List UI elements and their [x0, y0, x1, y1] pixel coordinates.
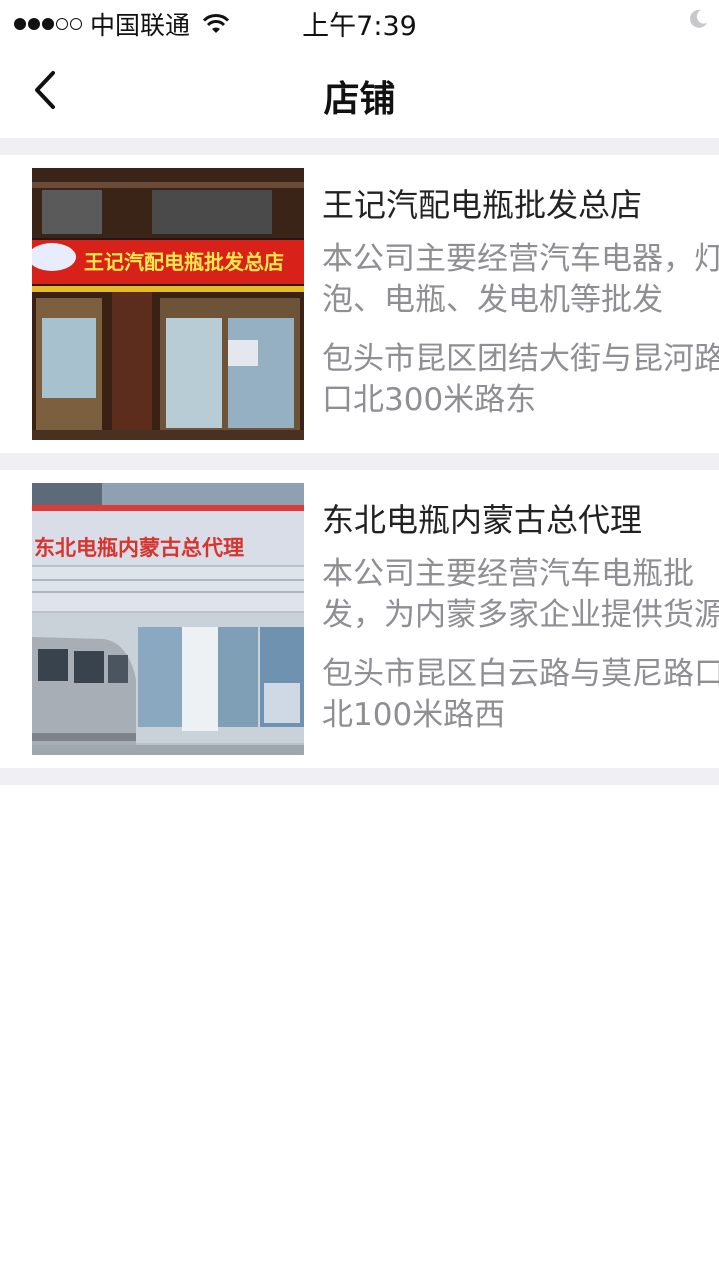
shop-address: 包头市昆区团结大街与昆河路口北300米路东	[322, 341, 719, 418]
shop-card[interactable]: 东北电瓶内蒙古总代理 东北电瓶内蒙古总代理 本公司主要经营汽车电瓶批发，为内蒙多…	[0, 470, 719, 768]
shop-name: 东北电瓶内蒙古总代理	[322, 501, 643, 539]
shop-address: 包头市昆区白云路与莫尼路口北100米路西	[322, 656, 719, 733]
navigation-bar: 店铺	[0, 44, 719, 138]
shop-description: 本公司主要经营汽车电瓶批发，为内蒙多家企业提供货源	[322, 556, 719, 633]
section-divider	[0, 768, 719, 785]
shop-info: 王记汽配电瓶批发总店 本公司主要经营汽车电器，灯泡、电瓶、发电机等批发 包头市昆…	[322, 183, 719, 421]
moon-icon	[690, 9, 707, 28]
shop-description: 本公司主要经营汽车电器，灯泡、电瓶、发电机等批发	[322, 241, 719, 318]
page-title: 店铺	[323, 79, 396, 120]
status-time: 上午7:39	[302, 11, 417, 42]
shop-name: 王记汽配电瓶批发总店	[322, 186, 643, 224]
section-divider	[0, 138, 719, 155]
shop-photo: 东北电瓶内蒙古总代理	[32, 483, 304, 755]
section-divider	[0, 453, 719, 470]
shop-info: 东北电瓶内蒙古总代理 本公司主要经营汽车电瓶批发，为内蒙多家企业提供货源 包头市…	[322, 498, 719, 736]
shop-sign-text: 王记汽配电瓶批发总店	[84, 250, 284, 274]
status-bar: 中国联通 上午7:39	[0, 0, 719, 44]
shop-photo: 王记汽配电瓶批发总店	[32, 168, 304, 440]
shop-card[interactable]: 王记汽配电瓶批发总店 王记汽配电瓶批发总店 本公司主要经营汽车电器，灯泡、电瓶、…	[0, 155, 719, 453]
shop-sign-text: 东北电瓶内蒙古总代理	[34, 536, 244, 560]
